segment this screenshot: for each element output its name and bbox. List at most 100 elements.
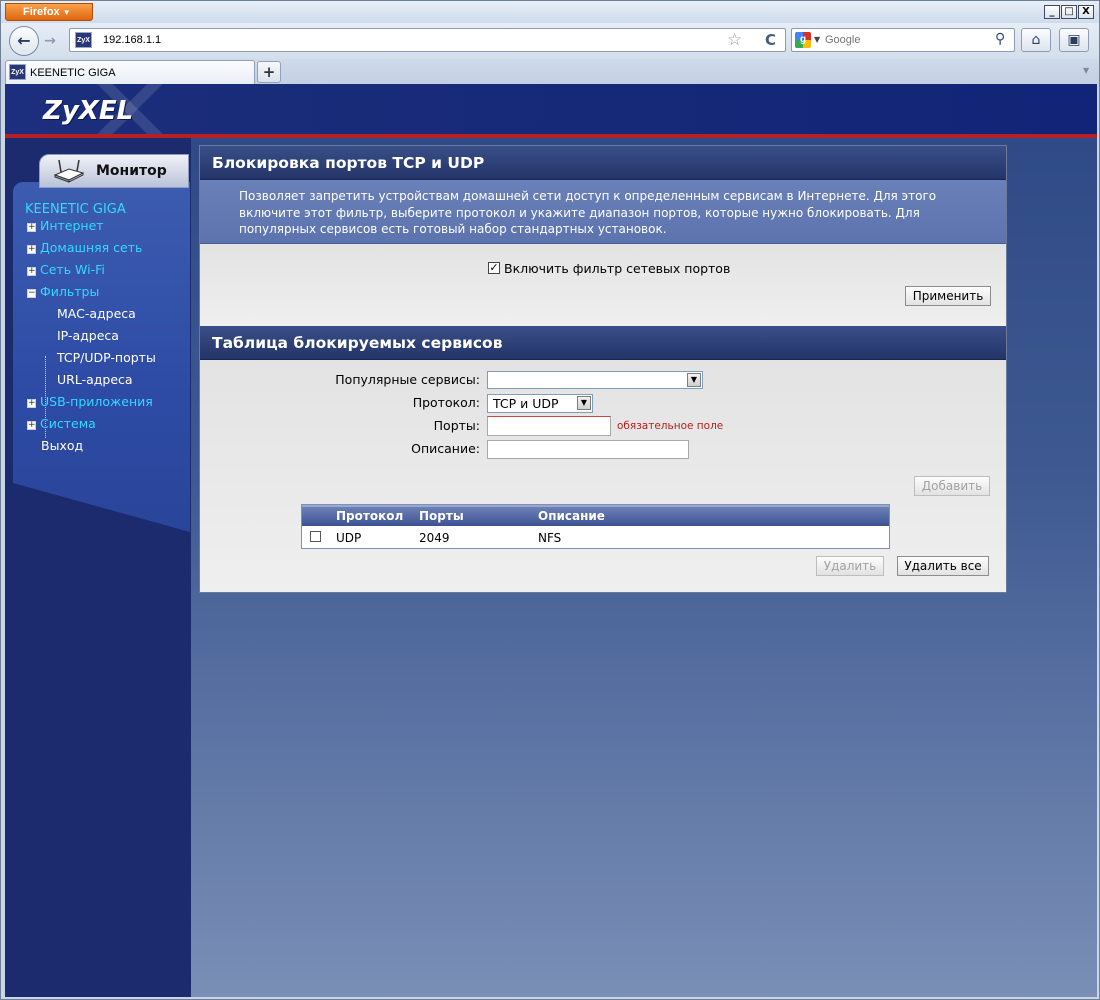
sidebar-subitem-ip[interactable]: IP-адреса bbox=[57, 328, 119, 343]
column-header-ports: Порты bbox=[419, 509, 464, 523]
description-box: Позволяет запретить устройствам домашней… bbox=[200, 180, 1006, 244]
reload-icon[interactable]: C bbox=[765, 31, 776, 49]
sidebar-item-usb-apps[interactable]: + USB-приложения bbox=[27, 394, 153, 409]
sidebar-item-label: Система bbox=[40, 416, 96, 431]
tab-title: KEENETIC GIGA bbox=[30, 67, 116, 79]
sidebar-item-home-network[interactable]: + Домашняя сеть bbox=[27, 240, 142, 255]
firefox-menu-label: Firefox bbox=[23, 6, 60, 18]
sidebar-subitem-mac[interactable]: MAC-адреса bbox=[57, 306, 136, 321]
check-icon: ✓ bbox=[489, 261, 499, 274]
tab-keenetic-giga[interactable]: ZyX KEENETIC GIGA bbox=[5, 60, 255, 84]
chevron-down-icon[interactable]: ▼ bbox=[687, 373, 701, 387]
puzzle-icon: ▣ bbox=[1067, 32, 1081, 48]
router-header: ZyXEL bbox=[5, 84, 1097, 134]
delete-all-button[interactable]: Удалить все bbox=[897, 556, 989, 576]
browser-window: Firefox ▼ _ □ X ← → ZyX 192.168.1.1 ☆ C g… bbox=[0, 0, 1100, 1000]
services-form: Популярные сервисы: ▼ Протокол: TCP и UD… bbox=[200, 360, 1006, 592]
expand-plus-icon[interactable]: + bbox=[27, 223, 36, 232]
protocol-label: Протокол: bbox=[412, 395, 480, 410]
column-header-description: Описание bbox=[538, 509, 605, 523]
sidebar-item-internet[interactable]: + Интернет bbox=[27, 218, 104, 233]
section-title: Таблица блокируемых сервисов bbox=[212, 334, 503, 352]
sidebar-item-system[interactable]: + Система bbox=[27, 416, 96, 431]
protocol-value: TCP и UDP bbox=[493, 396, 559, 411]
column-header-protocol: Протокол bbox=[336, 509, 404, 523]
plus-icon: + bbox=[262, 63, 276, 81]
monitor-tab[interactable]: Монитор bbox=[39, 154, 189, 188]
zyxel-logo: ZyXEL bbox=[43, 96, 134, 126]
protocol-select[interactable]: TCP и UDP ▼ bbox=[487, 394, 593, 413]
sidebar-subitem-tcp-udp[interactable]: TCP/UDP-порты bbox=[57, 350, 156, 365]
row-protocol: UDP bbox=[336, 531, 362, 545]
minimize-button[interactable]: _ bbox=[1044, 5, 1060, 19]
services-table-header: Таблица блокируемых сервисов bbox=[200, 326, 1006, 360]
list-all-tabs-icon[interactable]: ▼ bbox=[1083, 66, 1089, 75]
sidebar-item-label: USB-приложения bbox=[40, 394, 153, 409]
enable-filter-checkbox[interactable]: ✓ bbox=[488, 262, 500, 274]
site-favicon-icon: ZyX bbox=[75, 32, 92, 48]
sidebar-item-label: Сеть Wi-Fi bbox=[40, 262, 105, 277]
ports-input[interactable] bbox=[487, 416, 611, 436]
popular-services-select[interactable]: ▼ bbox=[487, 371, 703, 389]
url-text[interactable]: 192.168.1.1 bbox=[103, 34, 161, 46]
back-button[interactable]: ← bbox=[9, 26, 39, 56]
table-header-row: Протокол Порты Описание bbox=[302, 505, 889, 526]
expand-plus-icon[interactable]: + bbox=[27, 267, 36, 276]
forward-button[interactable]: → bbox=[39, 31, 61, 51]
sidebar-item-label: Домашняя сеть bbox=[40, 240, 143, 255]
port-block-header: Блокировка портов TCP и UDP bbox=[200, 146, 1006, 180]
navigation-toolbar: ← → ZyX 192.168.1.1 ☆ C g ▼ ⚲ ⌂ ▣ bbox=[1, 23, 1099, 59]
chevron-down-icon[interactable]: ▼ bbox=[577, 396, 591, 410]
chevron-down-icon: ▼ bbox=[62, 8, 71, 17]
description-text: Позволяет запретить устройствам домашней… bbox=[239, 189, 937, 236]
arrow-left-icon: ← bbox=[17, 31, 31, 50]
sidebar-item-wifi[interactable]: + Сеть Wi-Fi bbox=[27, 262, 105, 277]
row-select-checkbox[interactable] bbox=[310, 531, 321, 542]
content-panel: Блокировка портов TCP и UDP Позволяет за… bbox=[199, 145, 1007, 593]
delete-button[interactable]: Удалить bbox=[816, 556, 884, 576]
search-icon[interactable]: ⚲ bbox=[995, 31, 1005, 47]
close-button[interactable]: X bbox=[1078, 5, 1094, 19]
filter-settings: ✓ Включить фильтр сетевых портов Примени… bbox=[200, 244, 1006, 326]
bookmark-star-icon[interactable]: ☆ bbox=[727, 30, 742, 50]
page-viewport: ZyXEL Монитор KEENETIC GIGA + Интернет + Д… bbox=[5, 84, 1097, 997]
tab-bar: ZyX KEENETIC GIGA + ▼ bbox=[1, 59, 1099, 84]
home-icon: ⌂ bbox=[1031, 32, 1041, 48]
sidebar-item-label: Интернет bbox=[40, 218, 104, 233]
expand-plus-icon[interactable]: + bbox=[27, 399, 36, 408]
firefox-menu-button[interactable]: Firefox ▼ bbox=[5, 3, 93, 21]
sidebar-item-filters[interactable]: − Фильтры bbox=[27, 284, 99, 299]
chevron-down-icon[interactable]: ▼ bbox=[814, 35, 820, 44]
maximize-button[interactable]: □ bbox=[1061, 5, 1077, 19]
sidebar-item-exit[interactable]: Выход bbox=[41, 438, 83, 453]
google-icon[interactable]: g bbox=[795, 32, 811, 48]
expand-plus-icon[interactable]: + bbox=[27, 421, 36, 430]
arrow-right-icon: → bbox=[44, 33, 56, 49]
sidebar-subitem-url[interactable]: URL-адреса bbox=[57, 372, 133, 387]
device-name: KEENETIC GIGA bbox=[25, 202, 126, 217]
router-icon bbox=[53, 159, 85, 183]
page-title: Блокировка портов TCP и UDP bbox=[212, 154, 485, 172]
new-tab-button[interactable]: + bbox=[257, 61, 281, 83]
row-ports: 2049 bbox=[419, 531, 450, 545]
add-button[interactable]: Добавить bbox=[914, 476, 990, 496]
enable-filter-label[interactable]: Включить фильтр сетевых портов bbox=[504, 261, 730, 276]
expand-plus-icon[interactable]: + bbox=[27, 245, 36, 254]
popular-services-label: Популярные сервисы: bbox=[335, 372, 480, 387]
collapse-minus-icon[interactable]: − bbox=[27, 289, 36, 298]
description-input[interactable] bbox=[487, 440, 689, 459]
description-label: Описание: bbox=[411, 441, 480, 456]
addons-button[interactable]: ▣ bbox=[1059, 28, 1089, 52]
home-button[interactable]: ⌂ bbox=[1021, 28, 1051, 52]
sidebar: Монитор KEENETIC GIGA + Интернет + Домашня… bbox=[5, 138, 191, 997]
monitor-label: Монитор bbox=[96, 163, 167, 179]
search-bar[interactable]: g ▼ ⚲ bbox=[791, 28, 1015, 52]
required-field-note: обязательное поле bbox=[617, 420, 724, 432]
site-favicon-icon: ZyX bbox=[9, 64, 26, 80]
sidebar-item-label: Фильтры bbox=[40, 284, 100, 299]
apply-button[interactable]: Применить bbox=[905, 286, 991, 306]
url-bar[interactable]: ZyX 192.168.1.1 ☆ C bbox=[69, 28, 786, 52]
search-input[interactable] bbox=[825, 33, 985, 47]
title-bar: Firefox ▼ _ □ X bbox=[1, 1, 1099, 23]
services-table: Протокол Порты Описание UDP 2049 NFS bbox=[301, 504, 890, 549]
